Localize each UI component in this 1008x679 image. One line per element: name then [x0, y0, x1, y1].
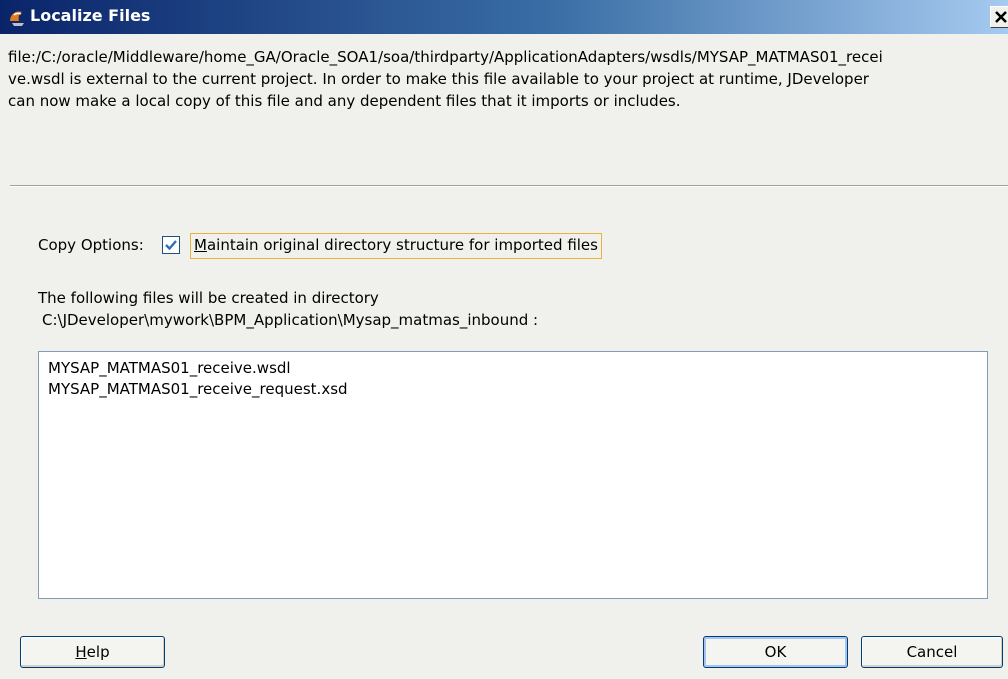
mnemonic-letter: M	[194, 236, 207, 254]
description-line: file:/C:/oracle/Middleware/home_GA/Oracl…	[8, 48, 883, 66]
mnemonic-letter: H	[75, 643, 87, 661]
help-button[interactable]: Help	[20, 636, 165, 668]
jdeveloper-app-icon	[6, 6, 28, 28]
description-line: ve.wsdl is external to the current proje…	[8, 70, 869, 88]
maintain-structure-checkbox[interactable]	[162, 236, 180, 254]
checkbox-label-text: aintain original directory structure for…	[206, 236, 598, 254]
window-title: Localize Files	[30, 6, 151, 25]
directory-intro: The following files will be created in d…	[38, 289, 379, 307]
close-icon[interactable]	[990, 6, 1008, 28]
ok-button[interactable]: OK	[703, 636, 848, 668]
list-item[interactable]: MYSAP_MATMAS01_receive_request.xsd	[48, 379, 348, 399]
directory-info: The following files will be created in d…	[38, 287, 538, 331]
description-text: file:/C:/oracle/Middleware/home_GA/Oracl…	[8, 46, 1006, 112]
description-line: can now make a local copy of this file a…	[8, 92, 681, 110]
list-item[interactable]: MYSAP_MATMAS01_receive.wsdl	[48, 358, 291, 378]
maintain-structure-label[interactable]: Maintain original directory structure fo…	[190, 233, 602, 259]
copy-options-label: Copy Options:	[38, 236, 144, 254]
cancel-button[interactable]: Cancel	[861, 636, 1003, 668]
files-list[interactable]: MYSAP_MATMAS01_receive.wsdl MYSAP_MATMAS…	[38, 351, 988, 599]
directory-path: C:\JDeveloper\mywork\BPM_Application\Mys…	[42, 311, 539, 329]
title-bar[interactable]: Localize Files	[0, 0, 1008, 34]
help-label-rest: elp	[86, 643, 110, 661]
separator	[10, 185, 1008, 187]
checkmark-icon	[165, 240, 177, 251]
